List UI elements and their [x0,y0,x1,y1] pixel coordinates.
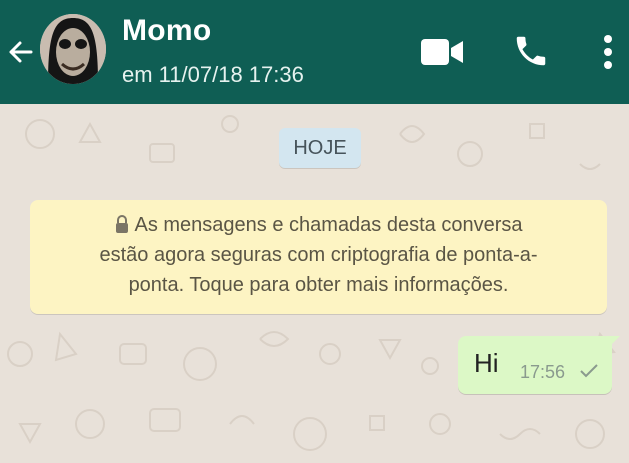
contact-name[interactable]: Momo [122,14,212,48]
arrow-left-icon [9,41,33,63]
more-options-button[interactable] [596,30,620,74]
voice-call-button[interactable] [510,30,552,72]
contact-avatar[interactable] [40,14,106,84]
outgoing-message-bubble[interactable]: Hi 17:56 [458,336,612,394]
phone-icon [516,36,546,66]
chat-header: Momo em 11/07/18 17:36 [0,0,629,104]
chat-area[interactable]: HOJE As mensagens e chamadas desta conve… [0,104,629,463]
more-vertical-icon [604,35,612,69]
video-call-button[interactable] [418,32,466,72]
encryption-notice[interactable]: As mensagens e chamadas desta conversa e… [30,200,607,314]
encryption-notice-line-1: As mensagens e chamadas desta conversa [134,214,523,236]
message-time: 17:56 [520,362,566,382]
encryption-notice-line-3: ponta. Toque para obter mais informações… [128,274,509,296]
last-seen-status: em 11/07/18 17:36 [122,62,304,87]
message-text: Hi [474,348,499,378]
back-button[interactable] [4,34,36,70]
single-check-icon [580,364,598,378]
bubble-tail [606,336,620,350]
encryption-notice-line-2: estão agora seguras com criptografia de … [99,244,538,266]
lock-icon [115,215,128,233]
video-camera-icon [421,39,463,65]
date-divider: HOJE [279,128,361,168]
